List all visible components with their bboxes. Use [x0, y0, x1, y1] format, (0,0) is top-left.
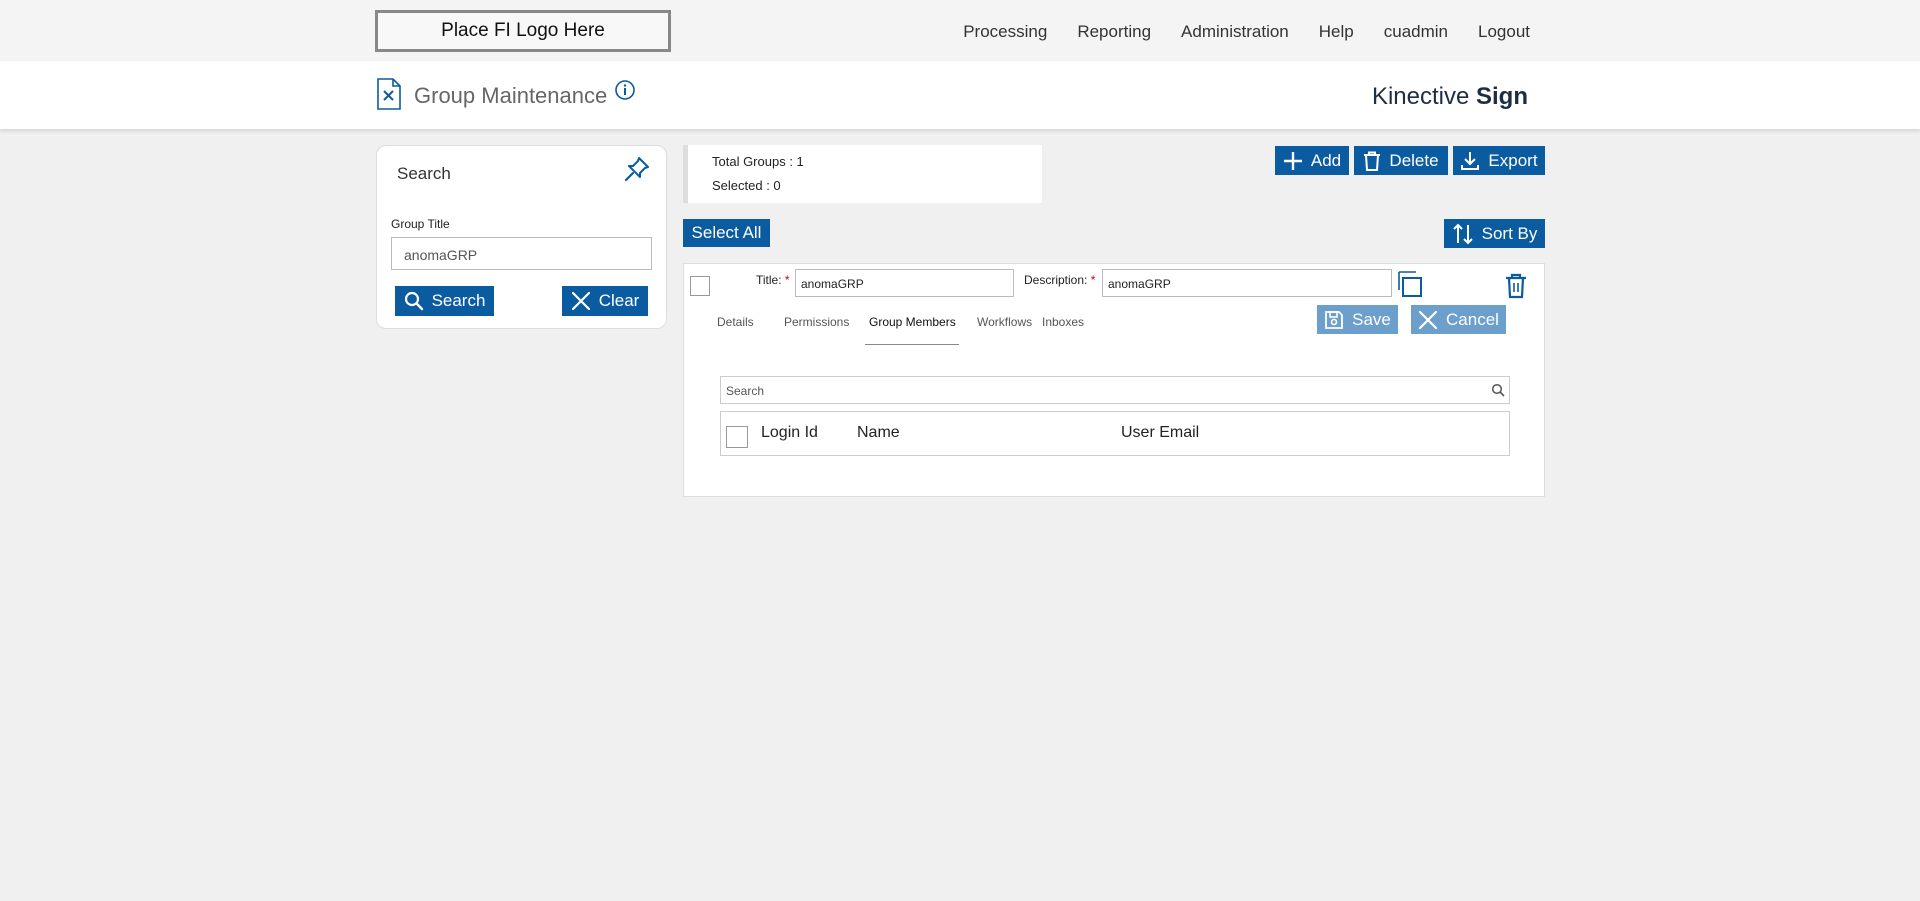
group-stats: Total Groups : 1 Selected : 0 [683, 145, 1042, 203]
sort-by-button[interactable]: Sort By [1444, 219, 1545, 248]
search-icon[interactable] [1491, 383, 1505, 400]
clear-button-label: Clear [598, 291, 640, 310]
info-icon[interactable] [614, 79, 636, 106]
tab-group-members[interactable]: Group Members [869, 315, 956, 329]
add-button[interactable]: Add [1275, 146, 1349, 175]
select-all-button[interactable]: Select All [683, 219, 770, 247]
group-title-label: Group Title [391, 217, 450, 231]
nav-processing[interactable]: Processing [963, 22, 1047, 42]
cancel-button[interactable]: Cancel [1411, 305, 1506, 334]
select-all-members-checkbox[interactable] [726, 426, 748, 448]
description-required-mark: * [1090, 273, 1096, 287]
brand-text-light: Kinective [1371, 83, 1476, 110]
copy-icon[interactable] [1397, 270, 1423, 303]
close-icon [1418, 310, 1438, 329]
tab-inboxes[interactable]: Inboxes [1042, 315, 1084, 329]
delete-button-label: Delete [1389, 150, 1439, 170]
pin-icon[interactable] [624, 156, 650, 187]
export-button[interactable]: Export [1453, 146, 1545, 175]
download-icon [1461, 151, 1480, 170]
title-required-mark: * [784, 273, 790, 287]
brand-logo: Kinective Sign [1372, 83, 1528, 111]
selected-count: Selected : 0 [712, 178, 781, 193]
title-label-text: Title: [756, 273, 782, 287]
member-search-input[interactable]: Search [720, 376, 1510, 404]
save-button-label: Save [1352, 309, 1391, 329]
document-x-icon [376, 78, 402, 115]
nav-administration[interactable]: Administration [1181, 22, 1289, 42]
description-input[interactable]: anomaGRP [1102, 269, 1392, 297]
brand-text-bold: Sign [1476, 83, 1528, 110]
search-button[interactable]: Search [395, 286, 494, 316]
title-label: Title: * [756, 273, 790, 287]
member-search-placeholder: Search [726, 384, 765, 398]
members-grid-header: Login Id Name User Email [720, 411, 1510, 456]
nav-help[interactable]: Help [1319, 22, 1354, 42]
export-button-label: Export [1488, 150, 1538, 170]
page-header [0, 61, 1920, 129]
main-nav: Processing Reporting Administration Help… [933, 22, 1530, 42]
tab-workflows[interactable]: Workflows [977, 315, 1032, 329]
sort-icon [1452, 223, 1473, 244]
total-groups-count: Total Groups : 1 [712, 154, 804, 169]
title-input[interactable]: anomaGRP [795, 269, 1014, 297]
group-title-input[interactable]: anomaGRP [391, 237, 652, 270]
column-user-email[interactable]: User Email [1121, 424, 1199, 442]
fi-logo-placeholder: Place FI Logo Here [375, 10, 671, 52]
delete-button[interactable]: Delete [1354, 146, 1448, 175]
description-label: Description: * [1024, 273, 1095, 287]
add-button-label: Add [1310, 150, 1342, 170]
plus-icon [1283, 151, 1302, 170]
sort-by-button-label: Sort By [1481, 223, 1538, 243]
search-icon [404, 291, 423, 311]
column-login-id[interactable]: Login Id [761, 424, 818, 442]
search-panel-title: Search [397, 164, 451, 183]
select-all-button-label: Select All [691, 223, 762, 242]
cancel-button-label: Cancel [1446, 309, 1499, 329]
search-panel: Search Group Title anomaGRP Search Clear [376, 145, 667, 329]
tab-details[interactable]: Details [717, 315, 754, 329]
group-select-checkbox[interactable] [690, 276, 710, 296]
nav-logout[interactable]: Logout [1478, 22, 1530, 42]
search-button-label: Search [431, 291, 486, 310]
delete-group-icon[interactable] [1504, 273, 1528, 304]
page-title: Group Maintenance [414, 83, 608, 108]
nav-reporting[interactable]: Reporting [1077, 22, 1151, 42]
column-name[interactable]: Name [857, 424, 900, 442]
trash-icon [1364, 151, 1381, 171]
group-card: Title: * anomaGRP Description: * anomaGR… [683, 263, 1545, 497]
save-button[interactable]: Save [1317, 305, 1398, 334]
top-bar: Place FI Logo Here Processing Reporting … [0, 0, 1920, 61]
close-icon [571, 291, 590, 311]
clear-button[interactable]: Clear [562, 286, 648, 316]
tab-permissions[interactable]: Permissions [784, 315, 849, 329]
description-label-text: Description: [1024, 273, 1088, 287]
nav-user[interactable]: cuadmin [1384, 22, 1448, 42]
active-tab-indicator [865, 344, 959, 345]
save-icon [1325, 310, 1344, 329]
